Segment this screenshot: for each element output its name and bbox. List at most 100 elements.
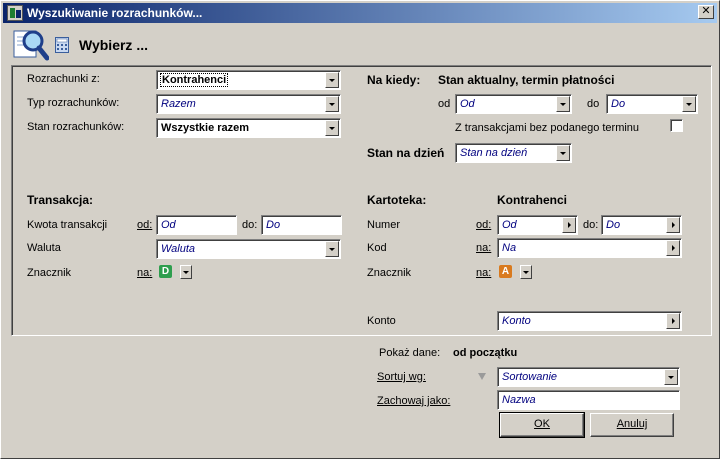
rozrachunki-z-select[interactable]: Kontrahenci (156, 70, 341, 90)
konto-input[interactable]: Konto (497, 311, 682, 331)
znacznik-right-na-link[interactable]: na: (476, 267, 491, 279)
stan-na-dzien-select[interactable]: Stan na dzień (455, 143, 572, 163)
konto-label: Konto (367, 315, 396, 327)
tag-a-icon[interactable]: A (499, 265, 512, 278)
numer-od-link[interactable]: od: (476, 219, 491, 231)
close-button[interactable]: ✕ (698, 5, 714, 19)
window-title: Wyszukiwanie rozrachunków... (27, 6, 203, 20)
kod-label: Kod (367, 242, 387, 254)
waluta-dropdown-button[interactable] (325, 241, 339, 257)
znacznik-left-na-link[interactable]: na: (137, 267, 152, 279)
kwota-od-placeholder: Od (161, 219, 176, 231)
kartoteka-value: Kontrahenci (497, 193, 568, 207)
title-bar[interactable]: Wyszukiwanie rozrachunków... ✕ (3, 3, 717, 23)
kwota-od-input[interactable]: Od (156, 215, 237, 235)
app-icon (7, 5, 23, 21)
dialog-window: Wyszukiwanie rozrachunków... ✕ Wybierz .… (0, 0, 720, 459)
data-od-dropdown-button[interactable] (556, 96, 570, 112)
numer-od-browse-button[interactable] (562, 217, 576, 233)
znacznik-left-dropdown-button[interactable] (180, 265, 192, 279)
kwota-transakcji-label: Kwota transakcji (27, 219, 108, 231)
filter-icon (478, 373, 486, 380)
kod-placeholder: Na (502, 242, 517, 254)
kwota-do-placeholder: Do (266, 219, 281, 231)
kod-browse-button[interactable] (666, 240, 680, 256)
zachowaj-label[interactable]: Zachowaj jako: (377, 395, 450, 407)
sortuj-select[interactable]: Sortowanie (497, 367, 680, 387)
stan-na-dzien-label: Stan na dzień (367, 146, 445, 160)
numer-do-placeholder: Do (606, 219, 621, 231)
data-od-label: od (438, 98, 451, 110)
waluta-select[interactable]: Waluta (156, 239, 341, 259)
chevron-down-icon (668, 376, 674, 379)
waluta-placeholder: Waluta (161, 243, 196, 255)
data-do-select[interactable]: Do (606, 94, 698, 114)
bez-terminu-checkbox[interactable] (670, 119, 683, 132)
stan-rozrachunkow-value: Wszystkie razem (161, 122, 250, 134)
chevron-right-icon (672, 245, 675, 251)
data-do-dropdown-button[interactable] (682, 96, 696, 112)
chevron-down-icon (329, 103, 335, 106)
chevron-right-icon (672, 318, 675, 324)
chevron-down-icon (686, 103, 692, 106)
header-title: Wybierz ... (79, 37, 148, 53)
chevron-down-icon (329, 127, 335, 130)
numer-od-placeholder: Od (502, 219, 517, 231)
na-kiedy-label: Na kiedy: (367, 73, 421, 87)
tag-d-icon[interactable]: D (159, 265, 172, 278)
calculator-icon (55, 37, 69, 53)
bez-terminu-label: Z transakcjami bez podanego terminu (455, 122, 640, 134)
konto-browse-button[interactable] (666, 313, 680, 329)
chevron-down-icon (329, 79, 335, 82)
kartoteka-label: Kartoteka: (367, 193, 427, 207)
ok-button[interactable]: OK (499, 412, 585, 438)
numer-od-input[interactable]: Od (497, 215, 578, 235)
cancel-button[interactable]: Anuluj (590, 413, 674, 437)
rozrachunki-z-dropdown-button[interactable] (325, 72, 339, 88)
kod-input[interactable]: Na (497, 238, 682, 258)
kwota-do-label: do: (242, 219, 258, 231)
stan-na-dzien-dropdown-button[interactable] (556, 145, 570, 161)
waluta-label: Waluta (27, 242, 61, 254)
chevron-down-icon (560, 103, 566, 106)
numer-do-label: do: (583, 219, 599, 231)
typ-rozrachunkow-dropdown-button[interactable] (325, 96, 339, 112)
typ-rozrachunkow-select[interactable]: Razem (156, 94, 341, 114)
stan-rozrachunkow-select[interactable]: Wszystkie razem (156, 118, 341, 138)
chevron-down-icon (523, 271, 529, 274)
znacznik-right-label: Znacznik (367, 267, 412, 279)
stan-rozrachunkow-dropdown-button[interactable] (325, 120, 339, 136)
cancel-button-label: Anuluj (616, 418, 648, 430)
kwota-do-input[interactable]: Do (261, 215, 342, 235)
numer-label: Numer (367, 219, 401, 231)
typ-rozrachunkow-placeholder: Razem (161, 98, 196, 110)
typ-rozrachunkow-label: Typ rozrachunków: (27, 97, 120, 109)
chevron-right-icon (672, 222, 675, 228)
numer-do-input[interactable]: Do (601, 215, 682, 235)
na-kiedy-value: Stan aktualny, termin płatności (438, 73, 615, 87)
close-icon: ✕ (701, 5, 711, 17)
kwota-od-link[interactable]: od: (137, 219, 152, 231)
stan-na-dzien-placeholder: Stan na dzień (460, 147, 528, 159)
rozrachunki-z-label: Rozrachunki z: (27, 73, 100, 85)
rozrachunki-z-value: Kontrahenci (160, 73, 229, 87)
zachowaj-placeholder: Nazwa (502, 394, 536, 406)
sortuj-dropdown-button[interactable] (664, 369, 678, 385)
numer-do-browse-button[interactable] (666, 217, 680, 233)
chevron-down-icon (560, 152, 566, 155)
data-do-placeholder: Do (611, 98, 626, 110)
sortuj-label[interactable]: Sortuj wg: (377, 371, 426, 383)
magnifier-icon (13, 30, 49, 61)
znacznik-right-dropdown-button[interactable] (520, 265, 532, 279)
data-od-placeholder: Od (460, 98, 475, 110)
pokaz-dane-value: od początku (453, 347, 518, 359)
kod-na-link[interactable]: na: (476, 242, 491, 254)
sortuj-placeholder: Sortowanie (502, 371, 558, 383)
zachowaj-input[interactable]: Nazwa (497, 390, 680, 410)
data-od-select[interactable]: Od (455, 94, 572, 114)
ok-button-label: OK (534, 418, 550, 430)
znacznik-left-label: Znacznik (27, 267, 72, 279)
konto-placeholder: Konto (502, 315, 531, 327)
chevron-down-icon (329, 248, 335, 251)
chevron-down-icon (183, 271, 189, 274)
